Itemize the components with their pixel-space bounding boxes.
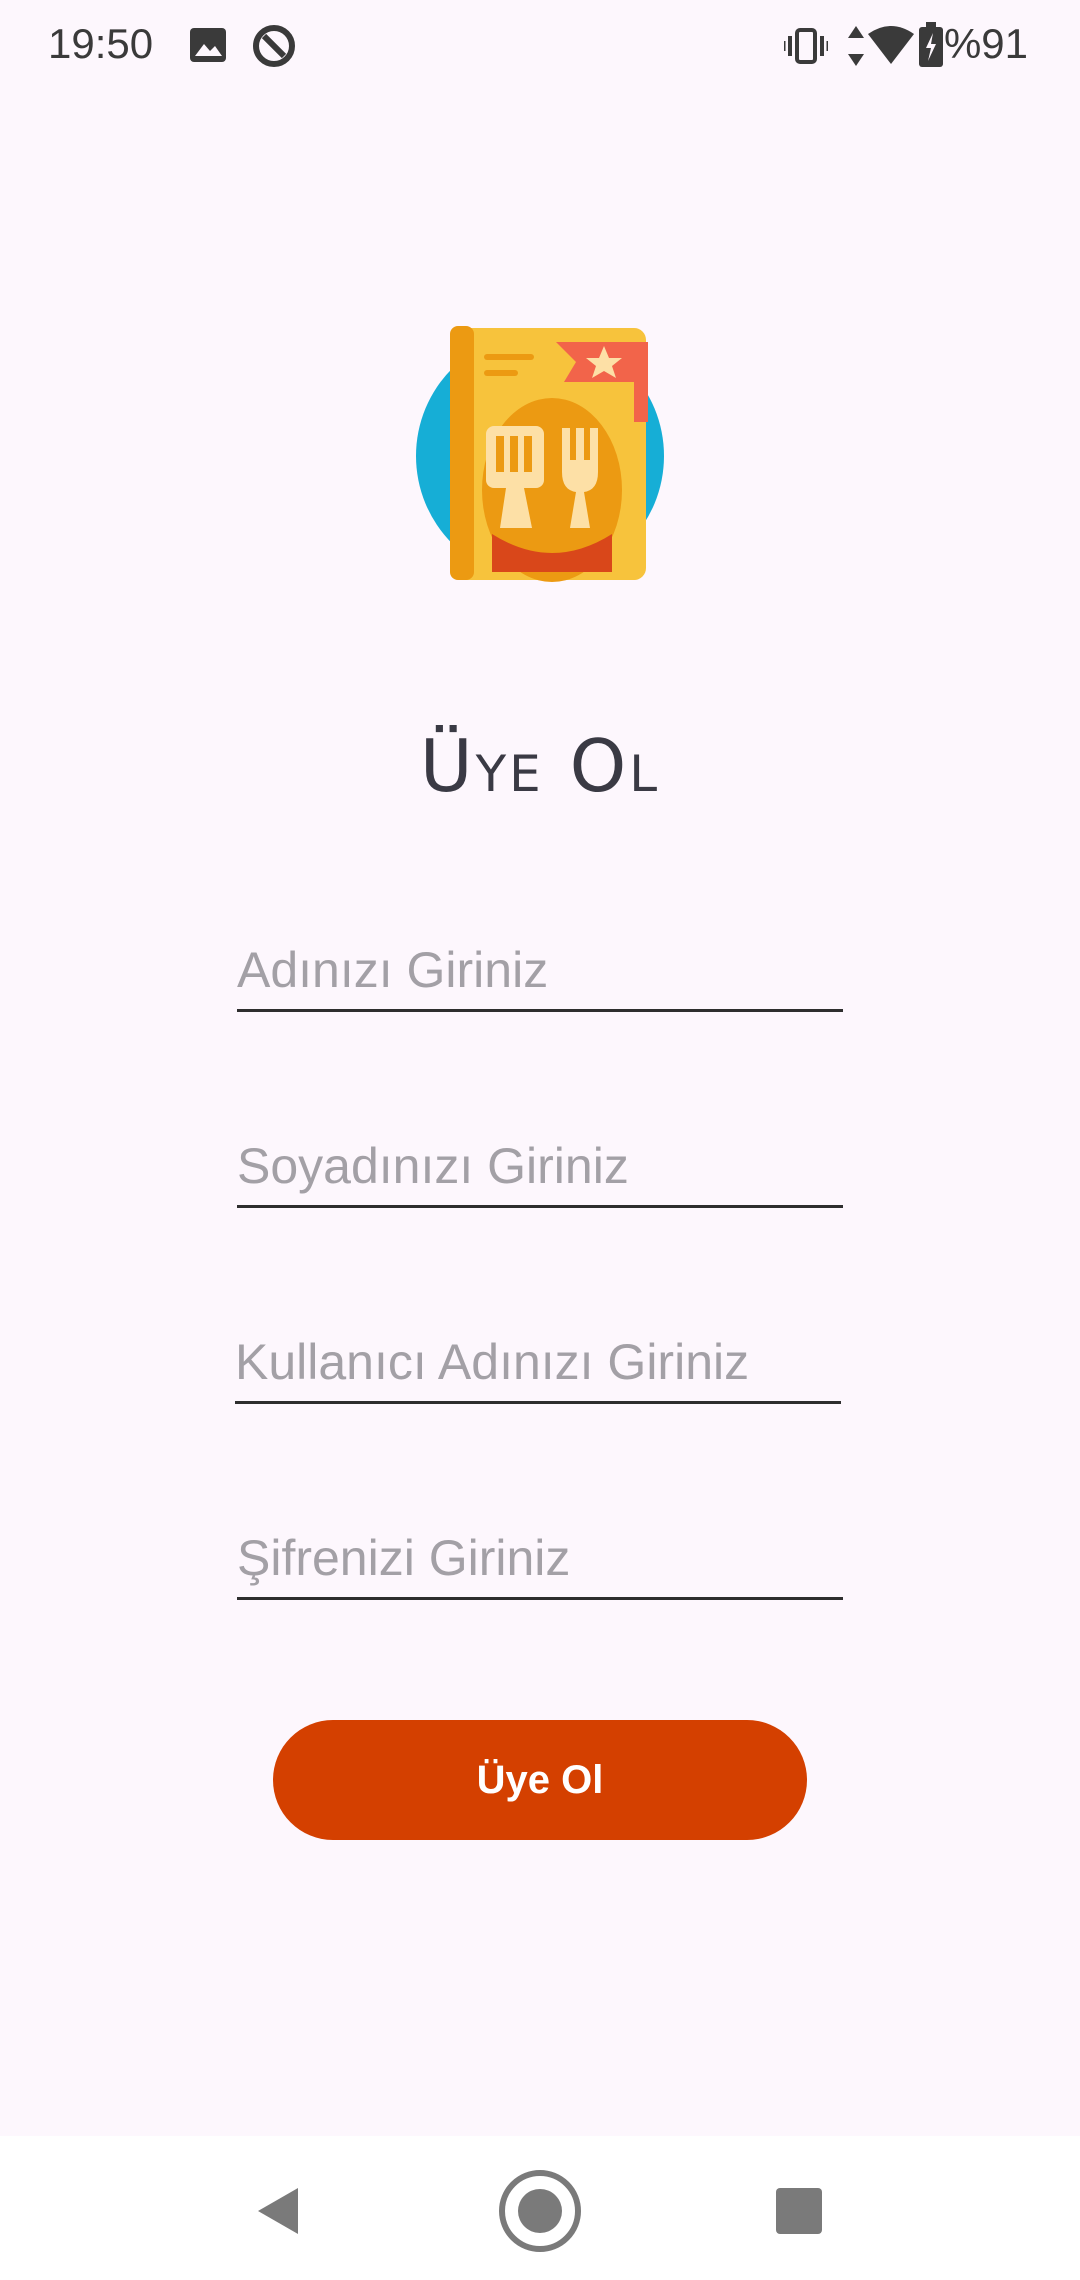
username-input[interactable] bbox=[235, 1314, 841, 1405]
vibrate-icon bbox=[782, 26, 830, 71]
back-icon[interactable] bbox=[234, 2166, 324, 2256]
register-button[interactable]: Üye Ol bbox=[273, 1720, 807, 1840]
data-arrows-icon bbox=[846, 24, 866, 73]
home-icon[interactable] bbox=[495, 2166, 585, 2256]
navigation-bar bbox=[0, 2136, 1080, 2280]
first-name-field[interactable] bbox=[237, 922, 843, 1013]
image-icon bbox=[188, 26, 228, 69]
recents-icon[interactable] bbox=[754, 2166, 844, 2256]
battery-percentage: %91 bbox=[943, 20, 1028, 67]
password-input[interactable] bbox=[237, 1510, 843, 1601]
status-bar: 19:50 %91 bbox=[0, 0, 1080, 92]
username-field[interactable] bbox=[235, 1314, 841, 1405]
recipe-book-icon bbox=[412, 322, 668, 586]
first-name-input[interactable] bbox=[237, 922, 843, 1013]
battery-icon bbox=[918, 22, 944, 73]
do-not-disturb-icon bbox=[250, 22, 298, 75]
last-name-input[interactable] bbox=[237, 1118, 843, 1209]
status-time: 19:50 bbox=[48, 20, 154, 67]
wifi-icon bbox=[866, 24, 916, 71]
last-name-field[interactable] bbox=[237, 1118, 843, 1209]
page-title: Üye Ol bbox=[419, 724, 661, 808]
password-field[interactable] bbox=[237, 1510, 843, 1601]
